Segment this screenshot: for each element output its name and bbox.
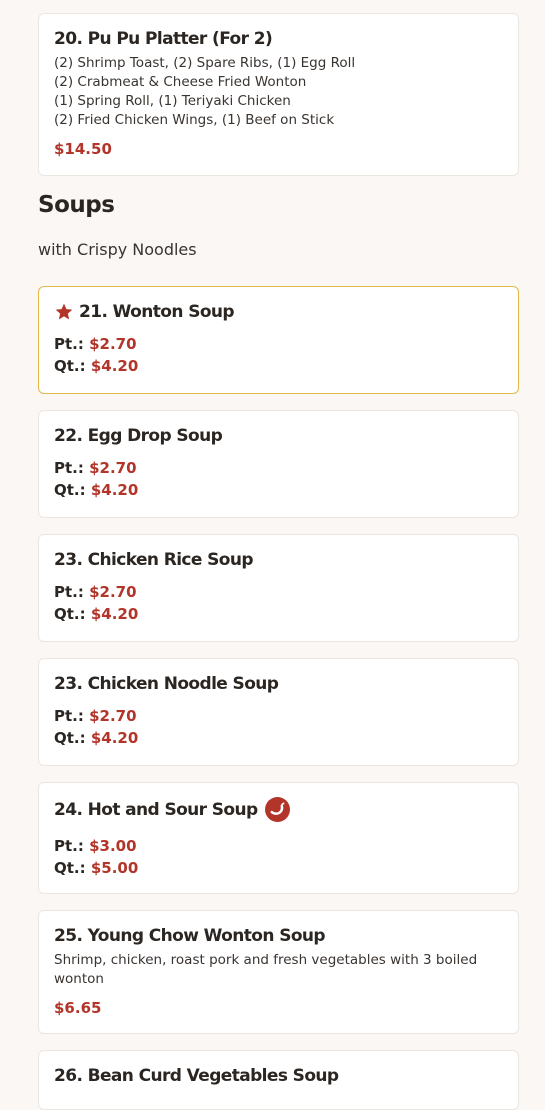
quart-row: Qt.: $4.20 — [54, 355, 503, 377]
pint-row: Pt.: $2.70 — [54, 333, 503, 355]
quart-label: Qt.: — [54, 605, 86, 623]
item-title: 24. Hot and Sour Soup — [54, 799, 258, 820]
quart-price: $4.20 — [90, 729, 139, 747]
quart-label: Qt.: — [54, 357, 86, 375]
quart-row: Qt.: $4.20 — [54, 727, 503, 749]
size-prices: Pt.: $2.70 Qt.: $4.20 — [54, 705, 503, 749]
description-line: (2) Shrimp Toast, (2) Spare Ribs, (1) Eg… — [54, 55, 356, 71]
quart-row: Qt.: $5.00 — [54, 857, 503, 879]
item-title-row: 24. Hot and Sour Soup — [54, 797, 503, 822]
star-icon — [55, 303, 73, 320]
menu-item-card[interactable]: 23. Chicken Rice Soup Pt.: $2.70 Qt.: $4… — [38, 534, 519, 642]
description-line: (2) Fried Chicken Wings, (1) Beef on Sti… — [54, 112, 335, 128]
quart-price: $4.20 — [90, 481, 139, 499]
quart-label: Qt.: — [54, 481, 86, 499]
item-title: 26. Bean Curd Vegetables Soup — [54, 1066, 339, 1086]
pint-label: Pt.: — [54, 837, 84, 855]
item-price: $14.50 — [54, 140, 112, 158]
pint-row: Pt.: $3.00 — [54, 835, 503, 857]
item-title-row: 21. Wonton Soup — [54, 301, 503, 323]
menu-item-card[interactable]: 20. Pu Pu Platter (For 2) (2) Shrimp Toa… — [38, 13, 519, 176]
menu-item-card[interactable]: 26. Bean Curd Vegetables Soup — [38, 1050, 519, 1110]
size-prices: Pt.: $2.70 Qt.: $4.20 — [54, 457, 503, 501]
menu-item-card[interactable]: 25. Young Chow Wonton Soup Shrimp, chick… — [38, 910, 519, 1034]
item-price: $6.65 — [54, 999, 102, 1017]
pint-label: Pt.: — [54, 459, 84, 477]
item-description: Shrimp, chicken, roast pork and fresh ve… — [54, 952, 478, 987]
size-prices: Pt.: $2.70 Qt.: $4.20 — [54, 333, 503, 377]
pint-row: Pt.: $2.70 — [54, 581, 503, 603]
pint-label: Pt.: — [54, 583, 84, 601]
section-subtitle: with Crispy Noodles — [38, 240, 197, 259]
size-prices: Pt.: $2.70 Qt.: $4.20 — [54, 581, 503, 625]
quart-price: $5.00 — [90, 859, 139, 877]
pint-price: $3.00 — [89, 837, 137, 855]
quart-label: Qt.: — [54, 729, 86, 747]
item-title: 20. Pu Pu Platter (For 2) — [54, 29, 273, 49]
quart-price: $4.20 — [90, 605, 139, 623]
pint-row: Pt.: $2.70 — [54, 705, 503, 727]
quart-row: Qt.: $4.20 — [54, 479, 503, 501]
description-line: (1) Spring Roll, (1) Teriyaki Chicken — [54, 93, 291, 109]
quart-label: Qt.: — [54, 859, 86, 877]
menu-item-card[interactable]: 21. Wonton Soup Pt.: $2.70 Qt.: $4.20 — [38, 286, 519, 394]
size-prices: Pt.: $3.00 Qt.: $5.00 — [54, 835, 503, 879]
item-title: 21. Wonton Soup — [79, 302, 235, 322]
pint-label: Pt.: — [54, 335, 84, 353]
pint-row: Pt.: $2.70 — [54, 457, 503, 479]
description-line: (2) Crabmeat & Cheese Fried Wonton — [54, 74, 307, 90]
item-description: (2) Shrimp Toast, (2) Spare Ribs, (1) Eg… — [54, 54, 503, 130]
section-title: Soups — [38, 192, 115, 218]
pint-price: $2.70 — [89, 583, 137, 601]
item-title: 23. Chicken Rice Soup — [54, 550, 254, 570]
item-title: 22. Egg Drop Soup — [54, 426, 223, 446]
quart-row: Qt.: $4.20 — [54, 603, 503, 625]
spicy-chili-icon — [264, 797, 290, 822]
pint-label: Pt.: — [54, 707, 84, 725]
item-title: 25. Young Chow Wonton Soup — [54, 926, 326, 946]
menu-item-card[interactable]: 24. Hot and Sour Soup Pt.: $3.00 Qt.: $5… — [38, 782, 519, 894]
pint-price: $2.70 — [89, 335, 137, 353]
menu-item-card[interactable]: 23. Chicken Noodle Soup Pt.: $2.70 Qt.: … — [38, 658, 519, 766]
pint-price: $2.70 — [89, 459, 137, 477]
quart-price: $4.20 — [90, 357, 139, 375]
menu-item-card[interactable]: 22. Egg Drop Soup Pt.: $2.70 Qt.: $4.20 — [38, 410, 519, 518]
item-title: 23. Chicken Noodle Soup — [54, 674, 279, 694]
pint-price: $2.70 — [89, 707, 137, 725]
